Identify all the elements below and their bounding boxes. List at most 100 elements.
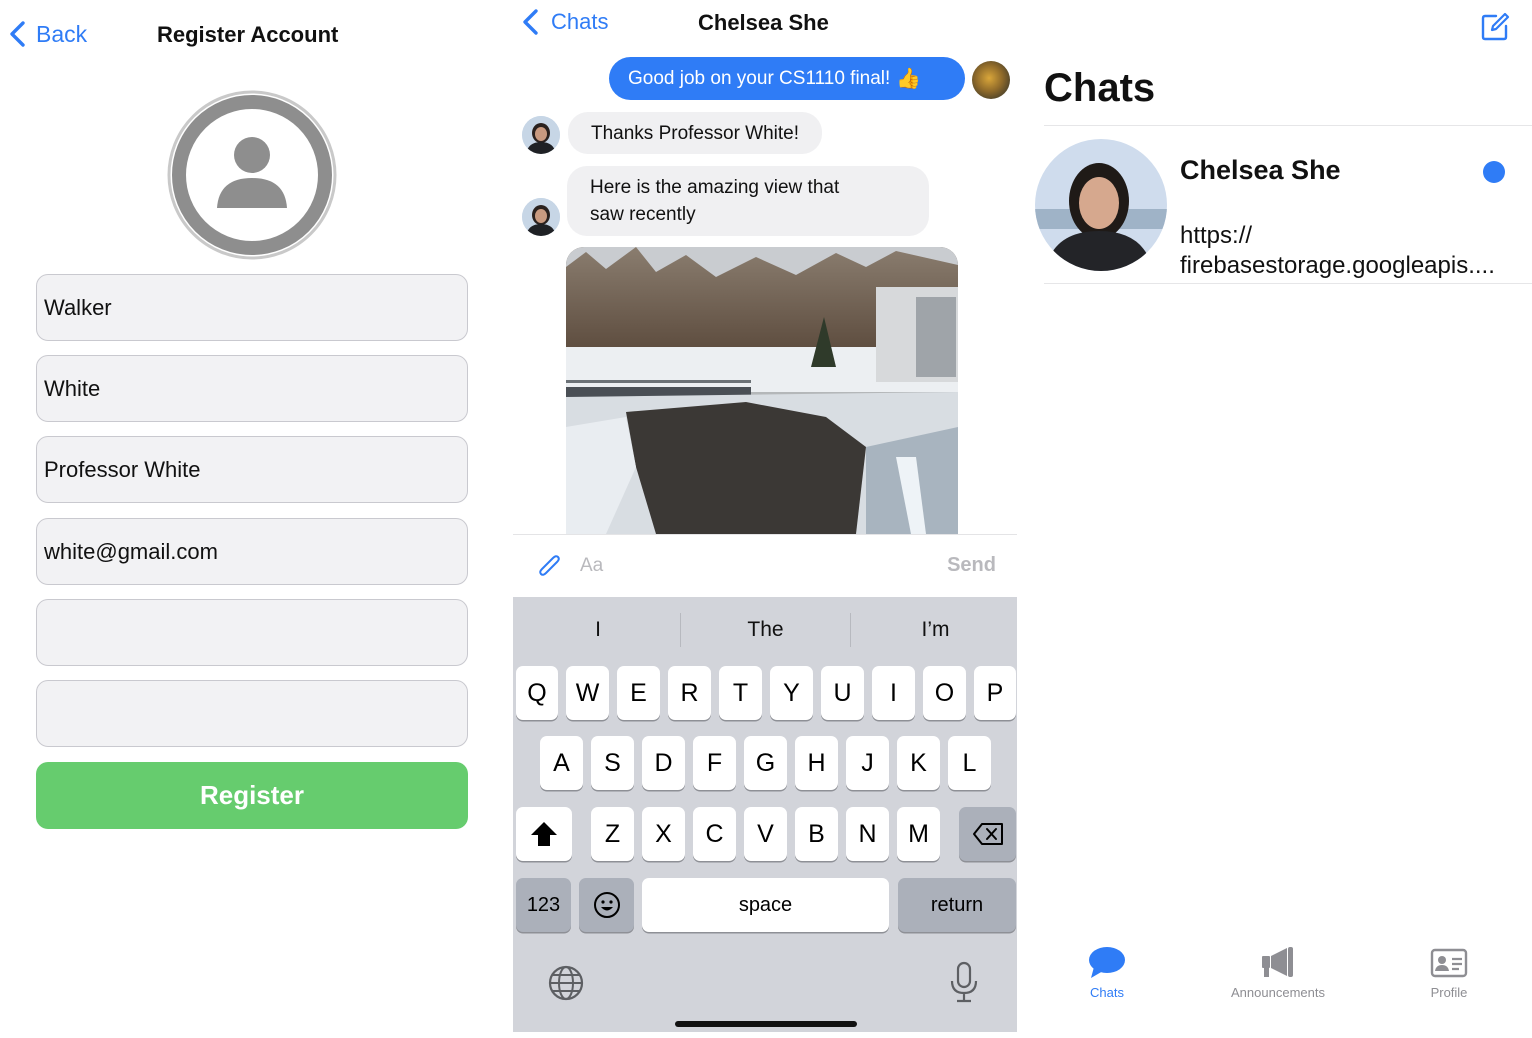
back-label: Chats: [551, 9, 609, 34]
suggestion-divider: [680, 613, 681, 647]
avatar: [522, 116, 560, 154]
emoji-icon: [593, 892, 620, 918]
key-a[interactable]: A: [540, 736, 583, 790]
tab-label: Profile: [1430, 985, 1468, 1000]
first-name-field[interactable]: Walker: [36, 274, 468, 341]
person-avatar-icon: [522, 116, 560, 154]
megaphone-icon: [1262, 947, 1293, 977]
person-avatar-icon: [522, 198, 560, 236]
unread-badge: [1483, 161, 1505, 183]
register-button[interactable]: Register: [36, 762, 468, 829]
home-indicator: [675, 1021, 857, 1027]
avatar: [522, 198, 560, 236]
key-x[interactable]: X: [642, 807, 685, 861]
tab-chats[interactable]: Chats: [1037, 945, 1177, 1000]
message-text: saw recently: [590, 204, 696, 225]
avatar: [1035, 139, 1167, 271]
chats-list-screen: Chats Chelsea She https:// firebasestora…: [1025, 0, 1532, 1038]
chat-screen: Chats Chelsea She Good job on your CS111…: [513, 0, 1017, 1032]
message-bubble-incoming: Thanks Professor White!: [568, 112, 823, 154]
key-r[interactable]: R: [668, 666, 711, 720]
globe-icon[interactable]: [548, 965, 584, 1001]
key-j[interactable]: J: [846, 736, 889, 790]
message-bubble-incoming: Here is the amazing view that saw recent…: [567, 166, 929, 236]
key-o[interactable]: O: [923, 666, 966, 720]
message-preview: https:// firebasestorage.googleapis....: [1180, 221, 1530, 281]
back-button[interactable]: Back: [8, 20, 87, 48]
key-b[interactable]: B: [795, 807, 838, 861]
emoji-key[interactable]: [579, 878, 634, 932]
suggestion-divider: [850, 613, 851, 647]
numbers-key[interactable]: 123: [516, 878, 571, 932]
key-s[interactable]: S: [591, 736, 634, 790]
key-l[interactable]: L: [948, 736, 991, 790]
preview-line: https://: [1180, 222, 1253, 249]
key-k[interactable]: K: [897, 736, 940, 790]
tab-announcements[interactable]: Announcements: [1208, 945, 1348, 1000]
preview-line: firebasestorage.googleapis....: [1180, 252, 1495, 279]
chevron-left-icon: [523, 9, 538, 35]
chats-back-button[interactable]: Chats: [521, 8, 608, 36]
key-y[interactable]: Y: [770, 666, 813, 720]
keyboard: I The I’m Q W E R T Y U I O P A S D F G …: [513, 597, 1017, 1032]
profile-placeholder-icon[interactable]: [167, 90, 337, 260]
key-e[interactable]: E: [617, 666, 660, 720]
message-bubble-outgoing: Good job on your CS1110 final! 👍: [609, 57, 965, 100]
page-title: Chats: [1044, 66, 1156, 110]
key-z[interactable]: Z: [591, 807, 634, 861]
register-screen: Back Register Account Walker White Profe…: [0, 0, 505, 1038]
thumbs-up-emoji: 👍: [896, 68, 922, 90]
key-n[interactable]: N: [846, 807, 889, 861]
divider: [1044, 125, 1532, 126]
contact-name: Chelsea She: [1180, 155, 1341, 185]
message-text: Good job on your CS1110 final!: [628, 67, 891, 89]
space-key[interactable]: space: [642, 878, 889, 932]
key-h[interactable]: H: [795, 736, 838, 790]
avatar: [972, 61, 1010, 99]
message-text: Here is the amazing view that: [590, 177, 840, 198]
backspace-icon: [972, 823, 1003, 845]
conversation-title: Chelsea She: [698, 10, 829, 35]
key-d[interactable]: D: [642, 736, 685, 790]
send-button[interactable]: Send: [947, 554, 996, 577]
key-m[interactable]: M: [897, 807, 940, 861]
tab-label: Announcements: [1231, 985, 1325, 1000]
display-name-field[interactable]: Professor White: [36, 436, 468, 503]
new-message-icon[interactable]: [1480, 12, 1510, 42]
email-field[interactable]: white@gmail.com: [36, 518, 468, 585]
back-label: Back: [36, 20, 88, 47]
tab-profile[interactable]: Profile: [1379, 945, 1519, 1000]
page-title: Register Account: [157, 22, 339, 47]
last-name-field[interactable]: White: [36, 355, 468, 422]
suggestion-2[interactable]: The: [698, 609, 833, 651]
message-input[interactable]: Aa: [580, 555, 603, 577]
key-t[interactable]: T: [719, 666, 762, 720]
key-q[interactable]: Q: [516, 666, 558, 720]
shared-photo[interactable]: [566, 247, 958, 534]
suggestion-1[interactable]: I: [533, 609, 663, 651]
key-f[interactable]: F: [693, 736, 736, 790]
key-g[interactable]: G: [744, 736, 787, 790]
confirm-password-field[interactable]: [36, 680, 468, 747]
password-field[interactable]: [36, 599, 468, 666]
delete-key[interactable]: [959, 807, 1016, 861]
chat-bubble-icon: [1089, 947, 1125, 978]
shift-key[interactable]: [516, 807, 572, 861]
chevron-left-icon: [10, 21, 25, 47]
key-i[interactable]: I: [872, 666, 915, 720]
key-c[interactable]: C: [693, 807, 736, 861]
shift-icon: [531, 822, 557, 846]
suggestion-3[interactable]: I’m: [868, 609, 1003, 651]
key-p[interactable]: P: [974, 666, 1016, 720]
microphone-icon[interactable]: [949, 961, 979, 1003]
divider: [1044, 283, 1532, 284]
key-w[interactable]: W: [566, 666, 609, 720]
return-key[interactable]: return: [898, 878, 1016, 932]
key-u[interactable]: U: [821, 666, 864, 720]
message-text: Thanks Professor White!: [591, 123, 800, 144]
attachment-icon[interactable]: [537, 553, 563, 581]
tab-label: Chats: [1090, 985, 1124, 1000]
message-composer: Aa Send: [513, 534, 1017, 597]
key-v[interactable]: V: [744, 807, 787, 861]
id-card-icon: [1430, 948, 1468, 978]
